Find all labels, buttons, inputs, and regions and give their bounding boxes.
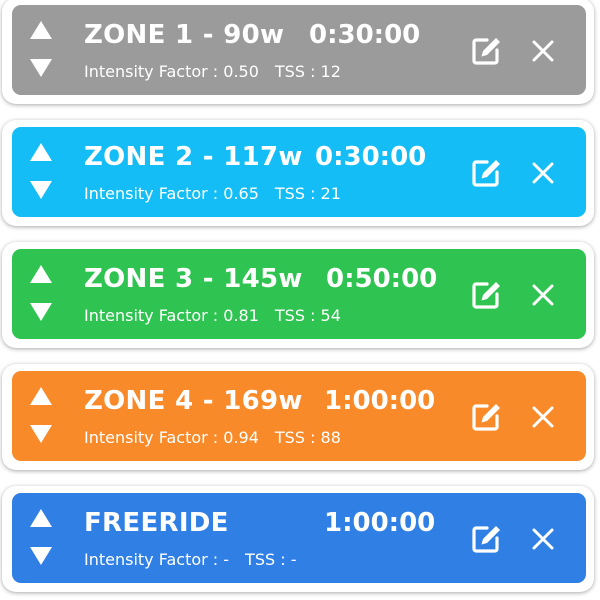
intensity-factor-value: 0.81 [223,306,259,325]
segment-stats: Intensity Factor : 0.81 TSS : 54 [84,306,341,325]
segment-card: FREERIDE 1:00:00 Intensity Factor : - TSS… [2,486,594,592]
segment-duration: 0:50:00 [326,264,438,294]
segment-card: ZONE 2 - 117w 0:30:00 Intensity Factor :… [2,120,594,226]
reorder-controls [30,509,56,567]
segment-panel: ZONE 1 - 90w 0:30:00 Intensity Factor : … [12,5,586,95]
edit-square-pencil-icon[interactable] [470,279,502,311]
segment-duration: 0:30:00 [315,142,427,172]
close-x-icon[interactable] [530,38,556,64]
triangle-up-icon[interactable] [30,387,52,405]
intensity-factor-label: Intensity Factor : [84,550,224,569]
triangle-down-icon[interactable] [30,425,52,443]
reorder-controls [30,387,56,445]
triangle-up-icon[interactable] [30,265,52,283]
segment-stats: Intensity Factor : 0.65 TSS : 21 [84,184,341,203]
segment-title: FREERIDE [84,508,229,538]
intensity-factor-value: - [223,550,230,569]
reorder-controls [30,265,56,323]
tss-label: TSS : [245,550,291,569]
tss-value: 12 [320,62,341,81]
close-x-icon[interactable] [530,282,556,308]
segment-duration: 1:00:00 [324,508,436,538]
close-x-icon[interactable] [530,526,556,552]
segment-panel: ZONE 3 - 145w 0:50:00 Intensity Factor :… [12,249,586,339]
triangle-down-icon[interactable] [30,547,52,565]
close-x-icon[interactable] [530,404,556,430]
segment-card: ZONE 3 - 145w 0:50:00 Intensity Factor :… [2,242,594,348]
triangle-up-icon[interactable] [30,143,52,161]
tss-label: TSS : [274,306,321,325]
triangle-down-icon[interactable] [30,303,52,321]
intensity-factor-label: Intensity Factor : [84,306,224,325]
tss-value: 54 [320,306,341,325]
intensity-factor-value: 0.50 [223,62,259,81]
edit-square-pencil-icon[interactable] [470,157,502,189]
segment-title: ZONE 3 - 145w [84,264,303,294]
segment-duration: 1:00:00 [324,386,436,416]
triangle-down-icon[interactable] [30,181,52,199]
tss-value: 88 [320,428,341,447]
segment-stats: Intensity Factor : 0.50 TSS : 12 [84,62,341,81]
tss-label: TSS : [274,62,321,81]
segment-title: ZONE 2 - 117w [84,142,303,172]
edit-square-pencil-icon[interactable] [470,401,502,433]
triangle-up-icon[interactable] [30,21,52,39]
workout-segment-list: ZONE 1 - 90w 0:30:00 Intensity Factor : … [0,0,600,600]
tss-label: TSS : [274,428,321,447]
close-x-icon[interactable] [530,160,556,186]
triangle-down-icon[interactable] [30,59,52,77]
tss-label: TSS : [274,184,321,203]
segment-title: ZONE 1 - 90w [84,20,285,50]
tss-value: - [290,550,297,569]
intensity-factor-label: Intensity Factor : [84,428,224,447]
reorder-controls [30,143,56,201]
edit-square-pencil-icon[interactable] [470,523,502,555]
intensity-factor-label: Intensity Factor : [84,184,224,203]
edit-square-pencil-icon[interactable] [470,35,502,67]
segment-duration: 0:30:00 [309,20,421,50]
tss-value: 21 [320,184,341,203]
triangle-up-icon[interactable] [30,509,52,527]
intensity-factor-value: 0.65 [223,184,259,203]
segment-panel: FREERIDE 1:00:00 Intensity Factor : - TSS… [12,493,586,583]
segment-title: ZONE 4 - 169w [84,386,303,416]
segment-card: ZONE 4 - 169w 1:00:00 Intensity Factor :… [2,364,594,470]
segment-stats: Intensity Factor : 0.94 TSS : 88 [84,428,341,447]
segment-panel: ZONE 2 - 117w 0:30:00 Intensity Factor :… [12,127,586,217]
segment-panel: ZONE 4 - 169w 1:00:00 Intensity Factor :… [12,371,586,461]
segment-stats: Intensity Factor : - TSS : - [84,550,296,569]
reorder-controls [30,21,56,79]
segment-card: ZONE 1 - 90w 0:30:00 Intensity Factor : … [2,0,594,104]
intensity-factor-label: Intensity Factor : [84,62,224,81]
intensity-factor-value: 0.94 [223,428,259,447]
